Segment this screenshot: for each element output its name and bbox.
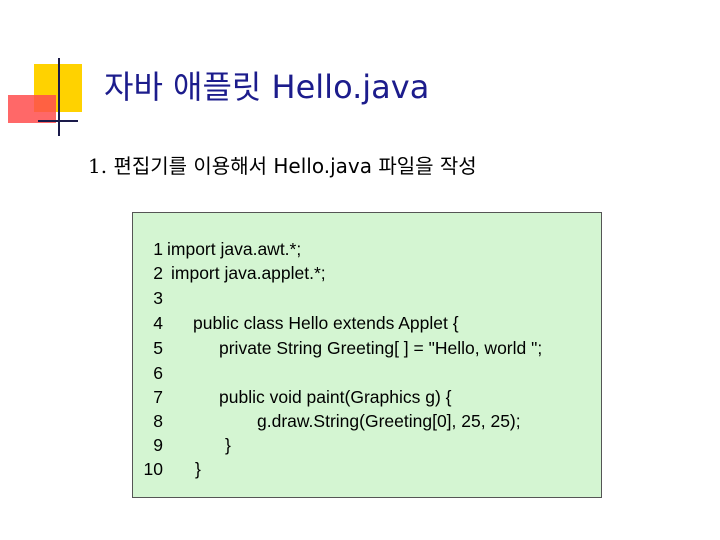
code-text: public class Hello extends Applet { xyxy=(193,313,459,333)
code-text: import java.awt.*; xyxy=(167,239,302,259)
line-number: 4 xyxy=(153,313,163,333)
line-number: 8 xyxy=(153,411,163,431)
code-text: g.draw.String(Greeting[0], 25, 25); xyxy=(257,411,521,431)
step-subtitle: 1. 편집기를 이용해서 Hello.java 파일을 작성 xyxy=(88,150,477,179)
line-number: 3 xyxy=(153,288,163,308)
line-number: 6 xyxy=(153,363,163,383)
line-number: 1 xyxy=(153,239,163,259)
line-number: 9 xyxy=(153,435,163,455)
slide-title: 자바 애플릿 Hello.java xyxy=(104,68,430,106)
line-number: 7 xyxy=(153,387,163,407)
code-text: public void paint(Graphics g) { xyxy=(219,387,452,407)
step-number: 1. xyxy=(88,154,108,178)
title-ornament-horizontal-line xyxy=(38,120,78,122)
step-text: 편집기를 이용해서 Hello.java 파일을 작성 xyxy=(113,154,477,178)
code-listing: 1 import java.awt.*; 2 import java.apple… xyxy=(132,212,602,498)
code-text: } xyxy=(225,435,231,455)
line-number: 10 xyxy=(143,459,163,479)
code-text: private String Greeting[ ] = "Hello, wor… xyxy=(219,338,543,358)
code-text: import java.applet.*; xyxy=(171,263,326,283)
line-number: 2 xyxy=(153,263,163,283)
code-text: } xyxy=(195,459,201,479)
line-number: 5 xyxy=(153,338,163,358)
title-ornament-red-bar xyxy=(8,95,56,123)
title-ornament-vertical-line xyxy=(58,58,60,136)
